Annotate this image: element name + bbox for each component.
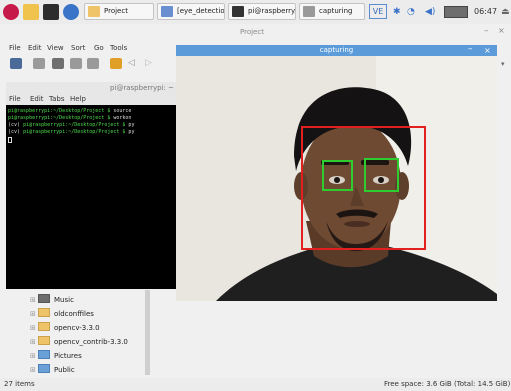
terminal-menu-help[interactable]: Help [70, 95, 86, 103]
list-view-icon[interactable] [87, 58, 99, 69]
item-count: 27 items [4, 380, 35, 388]
public-folder-icon [38, 364, 50, 373]
bookmark-icon[interactable] [110, 58, 122, 69]
music-folder-icon [38, 294, 50, 303]
right-eye-detection-box [364, 158, 399, 192]
expand-icon[interactable]: ⊞ [30, 335, 36, 349]
list-item[interactable]: ⊞ oldconffiles [30, 307, 94, 321]
wifi-icon[interactable]: ◔ [407, 5, 415, 19]
window-title: Project [240, 28, 264, 36]
menu-go[interactable]: Go [94, 44, 104, 52]
free-space: Free space: 3.6 GiB (Total: 14.5 GiB) [384, 380, 511, 388]
menu-edit[interactable]: Edit [28, 44, 42, 52]
terminal-line: (cv) pi@raspberrypi:~/Desktop/Project $ … [8, 129, 135, 135]
input-method-indicator[interactable]: VE [369, 4, 387, 19]
app-window-icon [303, 6, 315, 17]
taskbar-window-label: capturing [319, 7, 353, 15]
taskbar-window-label: pi@raspberry... [248, 7, 296, 15]
eject-icon[interactable]: ⏏ [501, 5, 510, 19]
forward-icon[interactable]: ▷ [145, 58, 157, 69]
bluetooth-icon[interactable]: ✱ [393, 5, 401, 19]
thumbnail-view-icon[interactable] [52, 58, 64, 69]
terminal-line: (cv) pi@raspberrypi:~/Desktop/Project $ … [8, 122, 135, 128]
left-eye-detection-box [322, 160, 353, 191]
cpu-monitor[interactable] [444, 6, 468, 18]
taskbar-window-eye-detection[interactable]: [eye_detectio... [157, 3, 225, 20]
taskbar-window-capturing[interactable]: capturing [299, 3, 365, 20]
menu-view[interactable]: View [47, 44, 64, 52]
list-item[interactable]: ⊞ opencv-3.3.0 [30, 321, 100, 335]
minimize-button[interactable]: – [484, 26, 489, 36]
terminal-menubar: File Edit Tabs Help [6, 94, 176, 105]
volume-icon[interactable]: ◀) [425, 5, 435, 19]
terminal-launcher-icon[interactable] [43, 4, 59, 20]
expand-icon[interactable]: ⊞ [30, 293, 36, 307]
close-button[interactable]: × [484, 45, 491, 56]
minimize-button[interactable]: – [468, 44, 473, 55]
menu-file[interactable]: File [9, 44, 21, 52]
expand-icon[interactable]: ⊞ [30, 349, 36, 363]
terminal-cursor [8, 137, 12, 143]
python-editor-icon [161, 6, 173, 17]
terminal-line: pi@raspberrypi:~/Desktop/Project $ worko… [8, 115, 132, 121]
taskbar-window-label: [eye_detectio... [177, 7, 225, 15]
pictures-folder-icon [38, 350, 50, 359]
taskbar-window-label: Project [104, 7, 128, 15]
taskbar-window-project[interactable]: Project [84, 3, 154, 20]
list-item[interactable]: ⊞ Public [30, 363, 75, 377]
list-item[interactable]: ⊞ Pictures [30, 349, 82, 363]
web-browser-launcher-icon[interactable] [63, 4, 79, 20]
terminal-icon [232, 6, 244, 17]
terminal-titlebar: pi@raspberrypi: ~ [6, 82, 176, 94]
clock[interactable]: 06:47 [474, 5, 497, 19]
taskbar: Project [eye_detectio... pi@raspberry...… [0, 0, 511, 25]
terminal-menu-tabs[interactable]: Tabs [49, 95, 65, 103]
compact-view-icon[interactable] [70, 58, 82, 69]
folder-icon [38, 322, 50, 331]
expand-icon[interactable]: ⊞ [30, 307, 36, 321]
capturing-title: capturing [319, 46, 354, 54]
list-item[interactable]: ⊞ opencv_contrib-3.3.0 [30, 335, 128, 349]
terminal-line: pi@raspberrypi:~/Desktop/Project $ sourc… [8, 108, 132, 114]
new-tab-icon[interactable] [10, 58, 22, 69]
menu-sort[interactable]: Sort [71, 44, 85, 52]
capturing-titlebar[interactable]: capturing – × [176, 44, 497, 56]
terminal-menu-file[interactable]: File [9, 95, 21, 103]
terminal-menu-edit[interactable]: Edit [30, 95, 44, 103]
taskbar-window-terminal[interactable]: pi@raspberry... [228, 3, 296, 20]
list-item[interactable]: ⊞ Music [30, 293, 74, 307]
icon-view-icon[interactable] [33, 58, 45, 69]
raspberry-menu-icon[interactable] [3, 4, 19, 20]
file-manager-launcher-icon[interactable] [23, 4, 39, 20]
folder-icon [38, 336, 50, 345]
folder-icon [38, 308, 50, 317]
close-button[interactable]: × [498, 26, 505, 35]
terminal-title: pi@raspberrypi: ~ [109, 84, 174, 92]
sidebar-scrollbar[interactable] [145, 290, 150, 375]
location-dropdown-icon[interactable]: ▾ [501, 60, 505, 68]
expand-icon[interactable]: ⊞ [30, 321, 36, 335]
menu-tools[interactable]: Tools [110, 44, 127, 52]
back-icon[interactable]: ◁ [128, 58, 140, 69]
status-bar: 27 items Free space: 3.6 GiB (Total: 14.… [0, 378, 511, 391]
expand-icon[interactable]: ⊞ [30, 363, 36, 377]
folder-icon [88, 6, 100, 17]
